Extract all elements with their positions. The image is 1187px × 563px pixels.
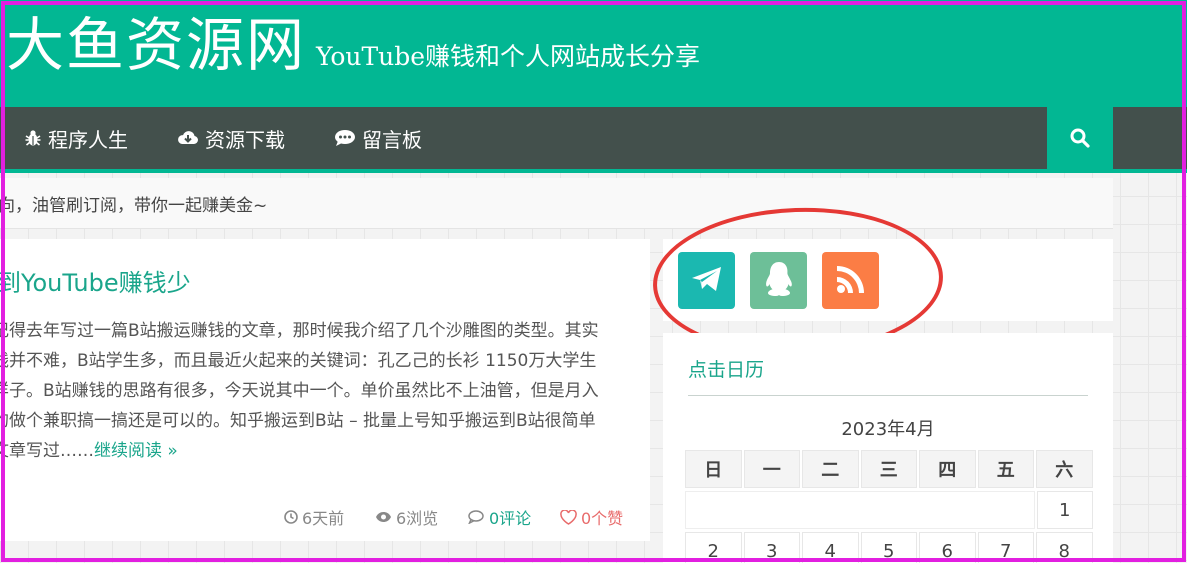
search-button[interactable] <box>1047 107 1113 173</box>
post-comments-text: 0评论 <box>489 509 532 528</box>
cloud-download-icon <box>177 129 199 147</box>
announcement-text: 向，油管刷订阅，带你一起赚美金~ <box>0 195 268 216</box>
announcement-bar: 向，油管刷订阅，带你一起赚美金~ <box>0 178 1113 228</box>
weekday-cell: 四 <box>919 450 976 488</box>
calendar-week-row: 1 <box>685 491 1093 529</box>
excerpt-tail: 文章写过…… <box>0 441 94 461</box>
weekday-cell: 日 <box>685 450 742 488</box>
calendar-heading: 点击日历 <box>688 359 765 381</box>
post-likes[interactable]: 0个赞 <box>560 505 623 529</box>
qq-button[interactable] <box>750 252 807 309</box>
eye-icon <box>375 511 392 523</box>
calendar-week-row: 2 3 4 5 6 7 8 <box>685 532 1093 563</box>
heart-icon <box>560 509 577 525</box>
post-views: 6浏览 <box>375 505 438 529</box>
calendar-day[interactable]: 6 <box>919 532 976 563</box>
nav-item-message-board[interactable]: 留言板 <box>334 107 422 169</box>
post-excerpt: 记得去年写过一篇B站搬运赚钱的文章，那时候我介绍了几个沙雕图的类型。其实 钱并不… <box>0 316 642 466</box>
main-nav: 程序人生 资源下载 留言板 <box>0 107 1187 173</box>
post-views-text: 6浏览 <box>396 509 439 528</box>
rss-button[interactable] <box>822 252 879 309</box>
nav-item-label: 资源下载 <box>205 127 285 152</box>
telegram-icon <box>690 264 724 298</box>
post-time: 6天前 <box>284 505 344 529</box>
social-links-card <box>663 239 1113 321</box>
site-header: 大鱼资源网 YouTube赚钱和个人网站成长分享 <box>0 0 1187 107</box>
excerpt-line: 的做个兼职搞一搞还是可以的。知乎搬运到B站 – 批量上号知乎搬运到B站很简单 <box>0 411 596 431</box>
post-title[interactable]: 到YouTube赚钱少 <box>0 263 191 298</box>
calendar-day[interactable]: 4 <box>802 532 859 563</box>
calendar-empty-span <box>685 491 1035 529</box>
calendar-day[interactable]: 7 <box>977 532 1034 563</box>
calendar-grid: 日 一 二 三 四 五 六 1 2 3 4 5 6 7 8 <box>685 450 1093 563</box>
comments-icon <box>468 510 485 524</box>
excerpt-line: 记得去年写过一篇B站搬运赚钱的文章，那时候我介绍了几个沙雕图的类型。其实 <box>0 321 599 341</box>
nav-item-resource-download[interactable]: 资源下载 <box>177 107 285 169</box>
weekday-cell: 三 <box>860 450 917 488</box>
read-more-link[interactable]: 继续阅读 » <box>94 441 178 461</box>
calendar-month: 2023年4月 <box>841 419 935 440</box>
nav-item-programming-life[interactable]: 程序人生 <box>24 107 128 169</box>
weekday-cell: 五 <box>977 450 1034 488</box>
weekday-cell: 六 <box>1036 450 1093 488</box>
clock-icon <box>284 510 298 524</box>
site-logo-name[interactable]: 大鱼资源网 <box>6 6 306 84</box>
excerpt-line: 钱并不难，B站学生多，而且最近火起来的关键词：孔乙己的长衫 1150万大学生 <box>0 351 597 371</box>
search-icon <box>1070 128 1090 152</box>
weekday-cell: 一 <box>743 450 800 488</box>
divider <box>688 395 1088 396</box>
calendar-day[interactable]: 1 <box>1036 491 1093 529</box>
site-tagline: YouTube赚钱和个人网站成长分享 <box>316 42 701 71</box>
post-card: 到YouTube赚钱少 记得去年写过一篇B站搬运赚钱的文章，那时候我介绍了几个沙… <box>0 239 650 541</box>
calendar-widget: 点击日历 2023年4月 日 一 二 三 四 五 六 1 2 3 4 5 6 7… <box>663 333 1113 563</box>
calendar-day[interactable]: 3 <box>743 532 800 563</box>
post-likes-text: 0个赞 <box>581 509 624 528</box>
weekday-cell: 二 <box>802 450 859 488</box>
calendar-day[interactable]: 5 <box>860 532 917 563</box>
telegram-button[interactable] <box>678 252 735 309</box>
excerpt-line: 文章写过……继续阅读 » <box>0 436 642 466</box>
rss-icon <box>835 263 867 299</box>
nav-item-label: 留言板 <box>362 127 422 152</box>
comment-icon <box>334 129 356 147</box>
calendar-day[interactable]: 2 <box>685 532 742 563</box>
bug-icon <box>24 129 42 147</box>
calendar-weekday-row: 日 一 二 三 四 五 六 <box>685 450 1093 488</box>
excerpt-line: 样子。B站赚钱的思路有很多，今天说其中一个。单价虽然比不上油管，但是月入 <box>0 381 599 401</box>
post-time-text: 6天前 <box>302 509 345 528</box>
calendar-day[interactable]: 8 <box>1036 532 1093 563</box>
qq-penguin-icon <box>763 260 795 302</box>
nav-item-label: 程序人生 <box>48 127 128 152</box>
post-comments[interactable]: 0评论 <box>468 505 531 529</box>
